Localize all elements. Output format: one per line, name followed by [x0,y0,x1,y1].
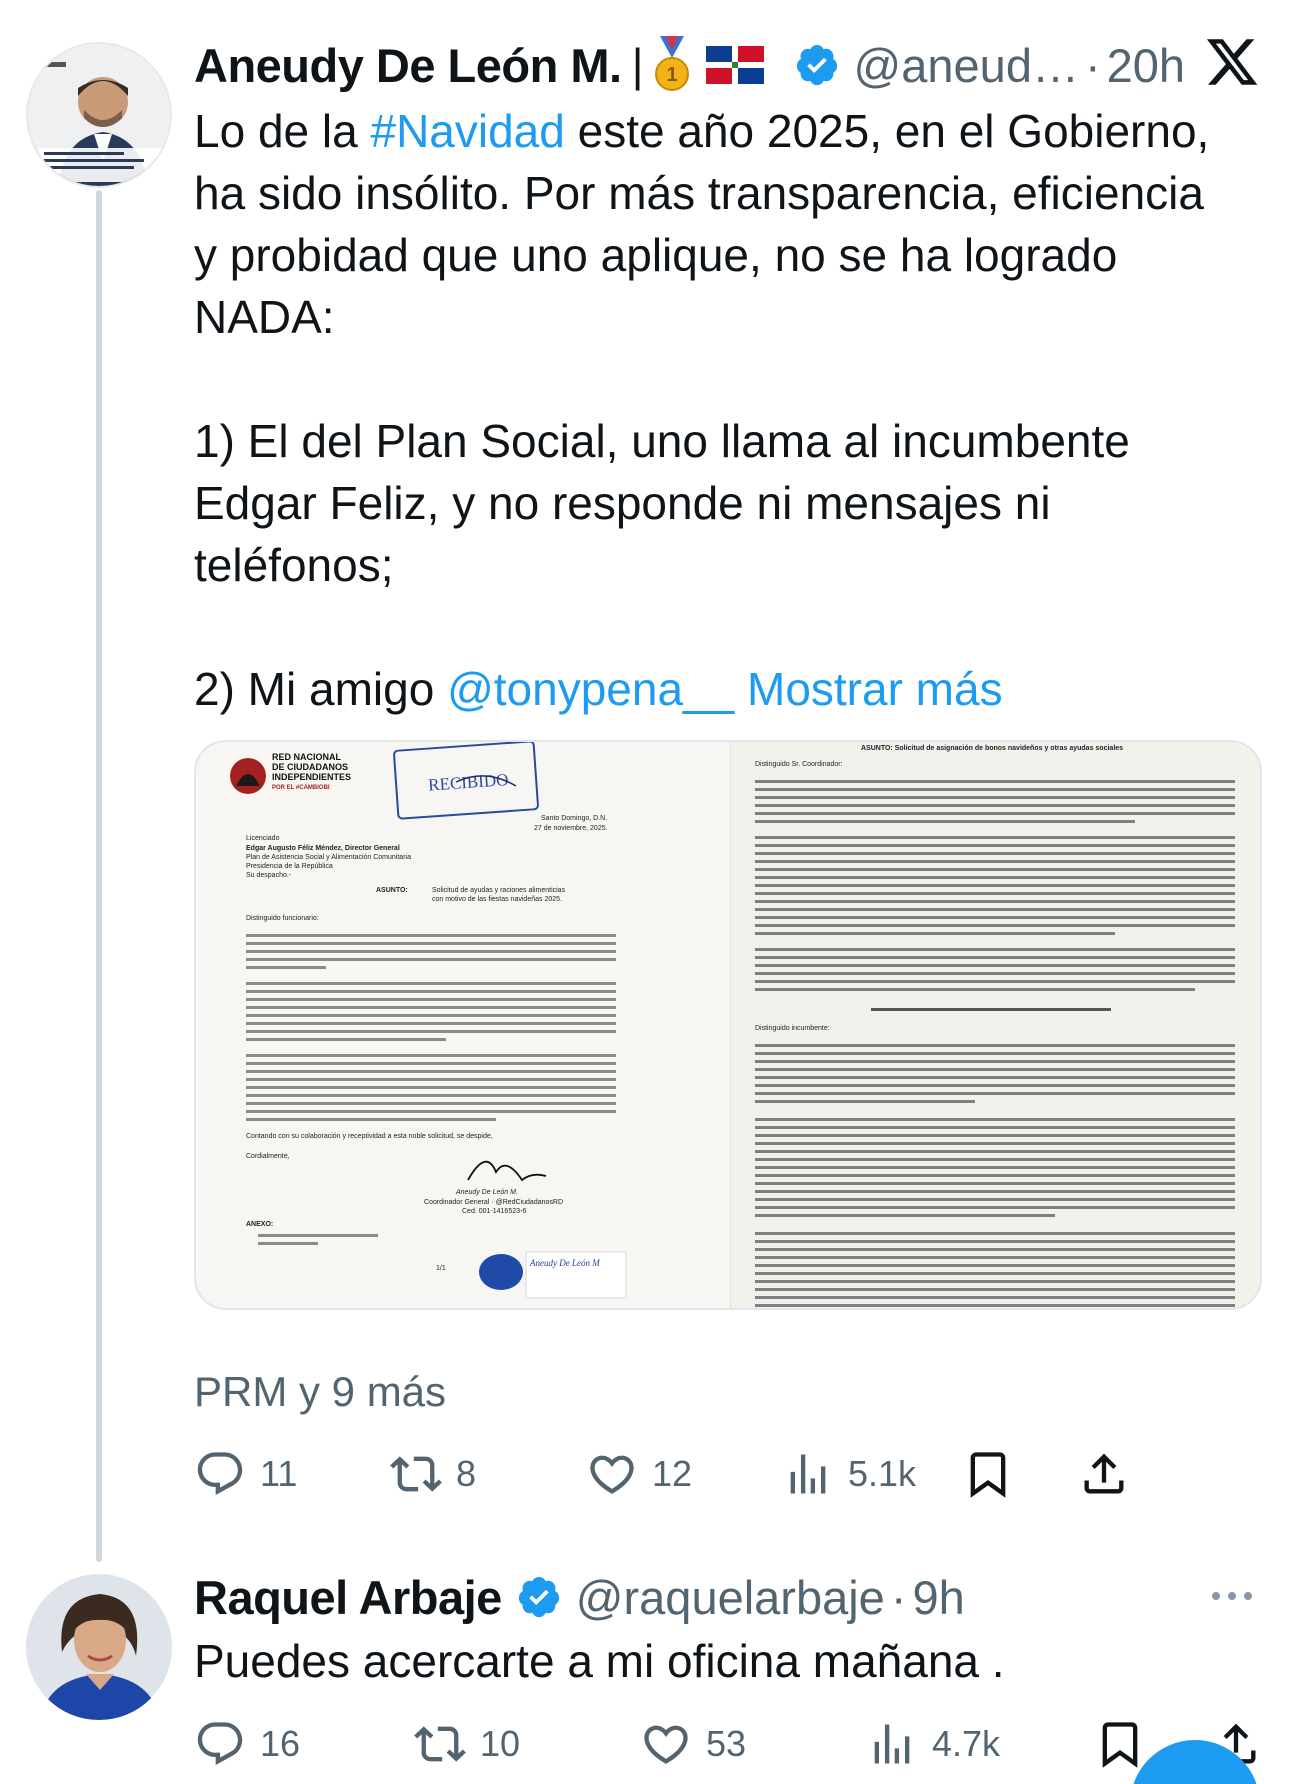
annex-label: ANEXO: [246,1221,273,1228]
repost-count: 8 [456,1453,477,1494]
like-button[interactable]: 12 [586,1444,692,1504]
received-stamp: RECIBIDO [428,770,509,795]
footer-name: Aneudy De León M [529,1258,600,1268]
addressee-line: Su despacho.- [246,872,292,879]
page-number: 1/1 [436,1265,446,1272]
tweet-actions: 16 10 53 4.7k [194,1714,1264,1774]
tweet-text: este año 2025, en el Gobierno, ha sido i… [194,105,1210,715]
views-count: 5.1k [848,1453,917,1494]
addressee-line: Licenciado [246,835,280,842]
more-icon[interactable] [1208,1586,1256,1606]
author-name[interactable]: Aneudy De León M. [194,38,622,93]
hashtag-link[interactable]: #Navidad [370,105,564,157]
org-name-line: RED NACIONAL [272,752,342,762]
views-icon [790,1454,826,1494]
timestamp[interactable]: 20h [1107,38,1185,93]
author-handle[interactable]: @raquelarbaje [576,1570,885,1625]
views-button[interactable]: 5.1k [782,1444,916,1504]
tagged-accounts[interactable]: PRM y 9 más [194,1368,446,1416]
repost-button[interactable]: 8 [390,1444,476,1504]
document-page-left: RED NACIONAL DE CIUDADANOS INDEPENDIENTE… [196,742,730,1308]
right-greeting: Distinguido Sr. Coordinador: [755,761,843,768]
reply-button[interactable]: 11 [194,1444,297,1504]
signer-title: Coordinador General · @RedCiudadanosRD [424,1199,563,1206]
reply-count: 11 [260,1453,298,1494]
reply-icon [197,1722,243,1766]
verified-badge-icon [796,44,837,86]
like-count: 53 [706,1723,747,1764]
like-icon [644,1725,688,1764]
org-name-line: DE CIUDADANOS [272,762,348,772]
org-name-line: INDEPENDIENTES [272,772,351,782]
views-button[interactable]: 4.7k [866,1714,1000,1774]
addressee-line: Plan de Asistencia Social y Alimentación… [246,854,411,861]
views-icon [874,1724,910,1764]
author-handle[interactable]: @aneud… [854,38,1079,93]
reply-count: 16 [260,1723,301,1764]
bookmark-icon [1102,1722,1138,1768]
repost-icon [390,1456,442,1492]
right-subject: ASUNTO: Solicitud de asignación de bonos… [861,745,1123,752]
tweet-body: Lo de la #Navidad este año 2025, en el G… [194,100,1209,720]
tweet-actions: 11 8 12 5.1k [194,1444,1264,1504]
greeting: Distinguido funcionario: [246,915,319,922]
repost-button[interactable]: 10 [414,1714,520,1774]
tweet-header: Aneudy De León M. | 1 @aneud… · 20h [194,34,1270,96]
timestamp[interactable]: 9h [912,1570,964,1625]
dominican-flag-icon [705,46,764,84]
attached-document-image[interactable]: RED NACIONAL DE CIUDADANOS INDEPENDIENTE… [194,740,1262,1310]
cordially: Cordialmente, [246,1153,290,1160]
show-more-link[interactable]: Mostrar más [747,663,1003,715]
reply-button[interactable]: 16 [194,1714,300,1774]
like-button[interactable]: 53 [640,1714,746,1774]
closing-line: Contando con su colaboración y receptivi… [246,1133,493,1140]
doc-date: 27 de noviembre, 2025. [534,825,608,832]
subject-text: con motivo de las fiestas navideñas 2025… [432,896,562,903]
like-icon [590,1455,634,1494]
thread-connector-line [96,190,102,1562]
avatar[interactable] [26,1574,172,1720]
bookmark-button[interactable] [1094,1714,1146,1774]
x-logo-icon[interactable] [1204,34,1260,90]
share-icon [1084,1453,1124,1494]
document-page-right: ASUNTO: Solicitud de asignación de bonos… [730,742,1260,1308]
tweet-header: Raquel Arbaje @raquelarbaje · 9h [194,1566,1270,1628]
meta-separator: · [1084,38,1101,92]
subject-label: ASUNTO: [376,887,408,894]
signature-mark [467,1160,547,1182]
addressee-line: Presidencia de la República [246,863,333,870]
author-name[interactable]: Raquel Arbaje [194,1570,502,1625]
signer-name: Aneudy De León M. [455,1189,518,1196]
svg-text:1: 1 [666,64,677,86]
doc-city: Santo Domingo, D.N. [541,815,607,822]
name-separator: | [631,39,644,91]
right-greeting-2: Distinguido incumbente: [755,1025,830,1032]
signer-id: Ced. 001-1416523-6 [462,1208,526,1215]
meta-separator: · [890,1570,907,1624]
views-count: 4.7k [932,1723,1001,1764]
subject-text: Solicitud de ayudas y raciones alimentic… [432,887,566,894]
repost-icon [414,1726,466,1762]
org-name-line: POR EL #CAMBIOBI [272,785,330,791]
reply-icon [197,1452,243,1496]
bookmark-button[interactable] [962,1444,1014,1504]
bookmark-icon [970,1452,1006,1498]
tweet-text: Lo de la [194,105,371,157]
medal-icon: 1 [654,36,689,91]
share-button[interactable] [1078,1444,1130,1504]
verified-badge-icon [518,1576,559,1618]
tweet-body: Puedes acercarte a mi oficina mañana . [194,1635,1005,1687]
addressee-line: Edgar Augusto Féliz Méndez, Director Gen… [246,845,400,852]
like-count: 12 [652,1453,693,1494]
mention-link[interactable]: @tonypena__ [447,663,734,715]
avatar[interactable] [26,42,172,188]
repost-count: 10 [480,1723,521,1764]
